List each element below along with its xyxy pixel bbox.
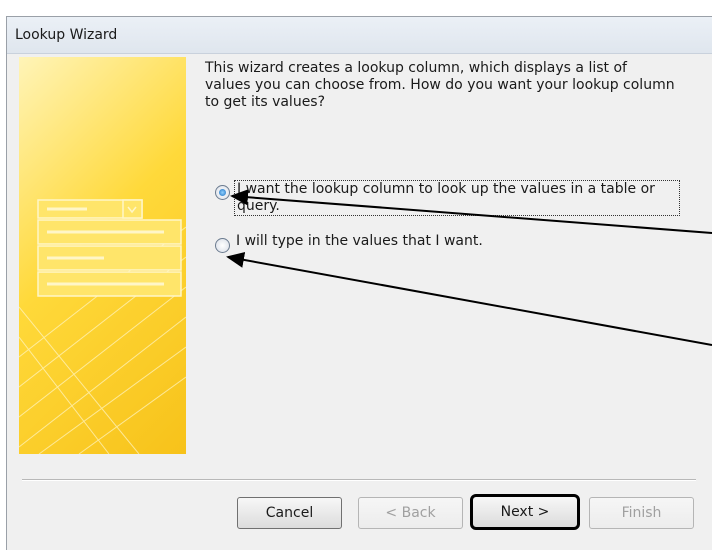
cancel-button[interactable]: Cancel xyxy=(237,497,342,529)
radio-type-values[interactable] xyxy=(215,238,230,253)
wizard-illustration xyxy=(19,57,186,454)
title-bar: Lookup Wizard xyxy=(7,17,712,54)
lookup-list-illustration-icon xyxy=(19,199,186,454)
wizard-description: This wizard creates a lookup column, whi… xyxy=(205,60,675,110)
radio-lookup-table-query[interactable] xyxy=(215,185,230,200)
option-type-values-label[interactable]: I will type in the values that I want. xyxy=(236,233,676,250)
option-lookup-table-query-label[interactable]: I want the lookup column to look up the … xyxy=(234,180,680,216)
window-title: Lookup Wizard xyxy=(15,27,118,43)
back-button[interactable]: < Back xyxy=(358,497,463,529)
separator xyxy=(22,479,696,481)
next-button[interactable]: Next > xyxy=(470,494,580,530)
finish-button[interactable]: Finish xyxy=(589,497,694,529)
